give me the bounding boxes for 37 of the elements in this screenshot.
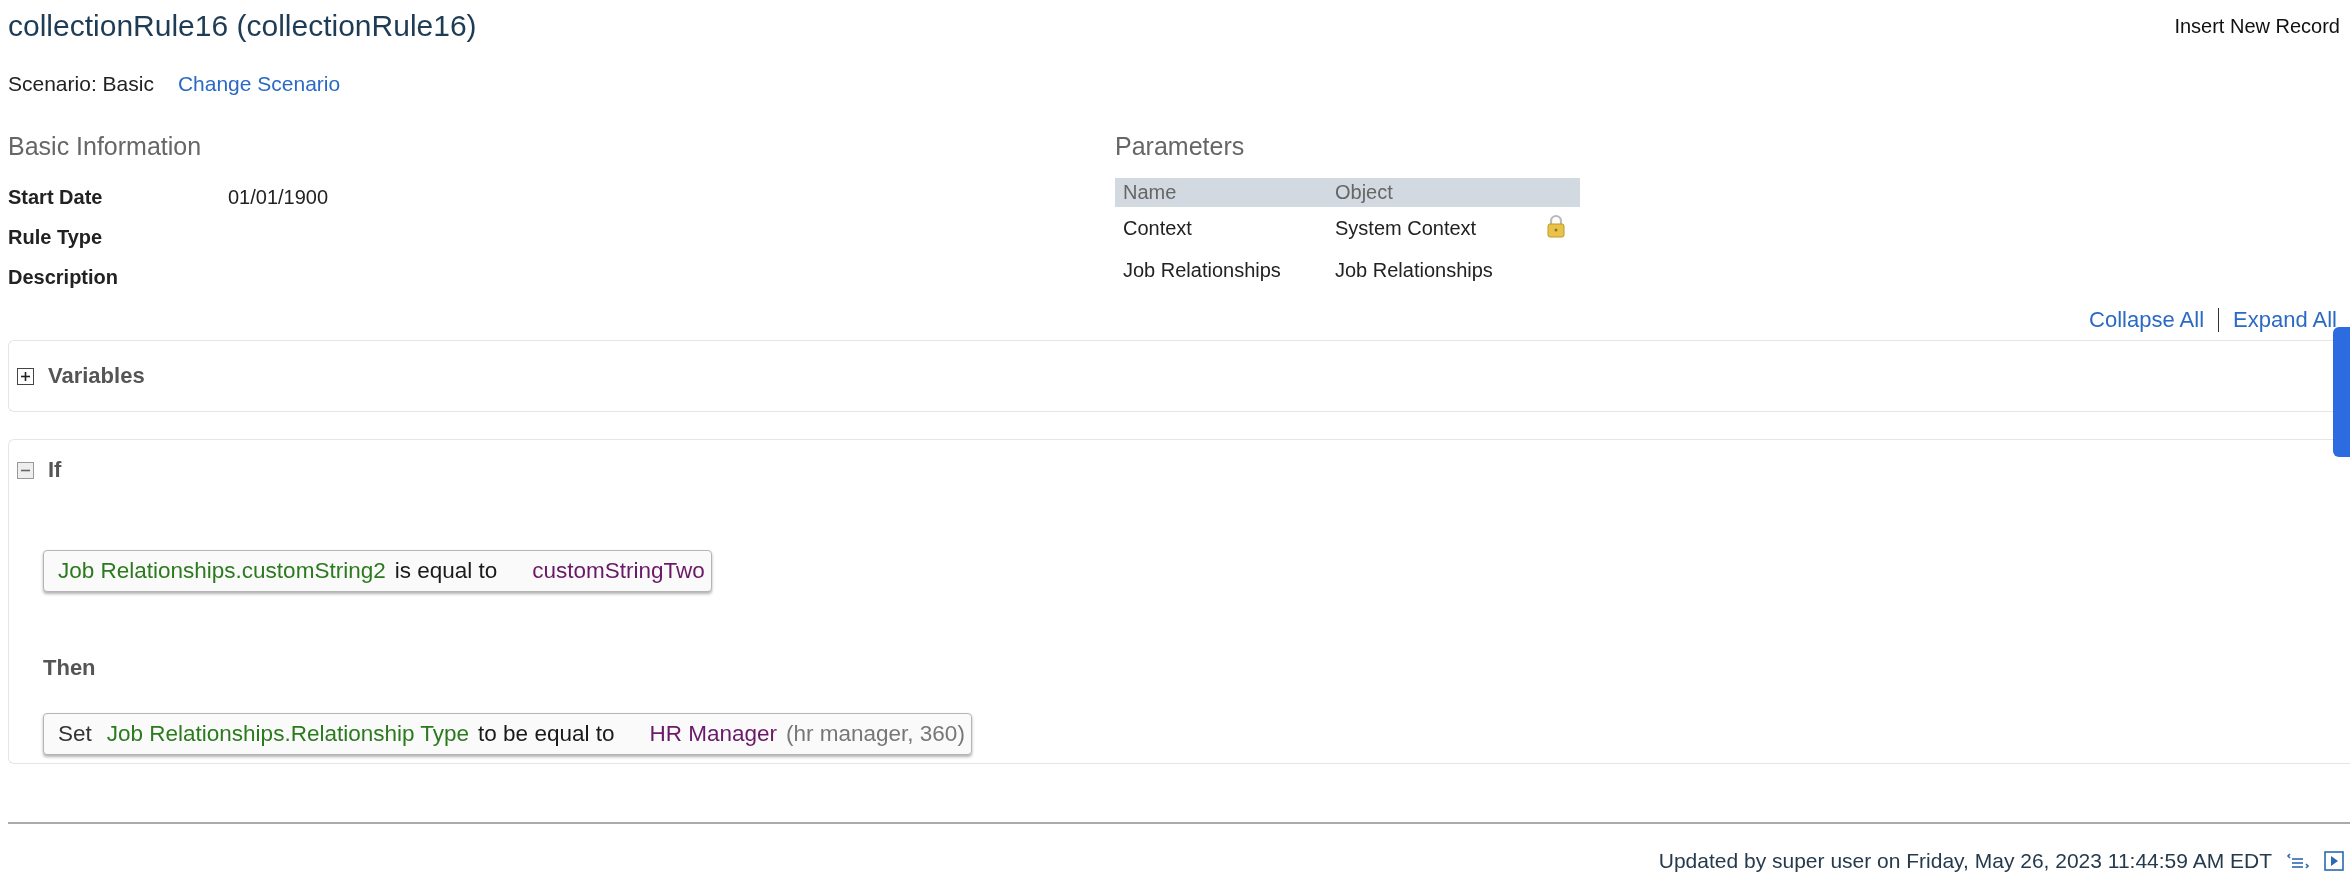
section-heading: Parameters	[1115, 131, 1246, 162]
operator-text: is equal to	[394, 558, 498, 584]
action-expression[interactable]: Set Job Relationships.Relationship Type to be equal to HR Manager (hr manager, 360)	[43, 713, 972, 755]
keyword-text: Set	[58, 721, 92, 747]
field-label: Rule Type	[8, 225, 104, 249]
insert-record-link[interactable]: Insert New Record	[2174, 14, 2340, 38]
table-cell-text: Job Relationships	[1122, 257, 1282, 283]
table-cell: System Context	[1327, 207, 1539, 249]
change-scenario-link[interactable]: Change Scenario	[177, 72, 341, 96]
field-label: Description	[8, 265, 120, 289]
table-cell: Context	[1115, 207, 1327, 249]
field-reference: Job Relationships.customString2	[58, 558, 386, 584]
value-text: customStringTwo	[532, 558, 705, 584]
expand-all-link[interactable]: Expand All	[2233, 307, 2337, 333]
then-label: Then	[43, 654, 97, 682]
operator-text: to be equal to	[478, 721, 615, 747]
table-cell-text: Job Relationships	[1334, 257, 1494, 283]
section-heading: Basic Information	[8, 131, 203, 162]
column-header: Name	[1115, 178, 1327, 207]
field-value: 01/01/1900	[228, 185, 330, 209]
field-reference: Job Relationships.Relationship Type	[106, 721, 470, 747]
section-title: If	[48, 457, 62, 483]
page-title: collectionRule16 (collectionRule16)	[8, 9, 477, 43]
play-icon[interactable]	[2324, 851, 2344, 871]
last-updated-text: Updated by super user on Friday, May 26, 2023 11:44:59 AM EDT	[1658, 849, 2272, 873]
column-header: Object	[1327, 178, 1539, 207]
list-icon[interactable]	[2286, 851, 2310, 871]
scenario-label: Scenario: Basic	[8, 72, 154, 96]
section-title: Variables	[48, 363, 145, 389]
collapse-icon[interactable]	[17, 461, 34, 479]
condition-expression[interactable]: Job Relationships.customString2 is equal to customStringTwo	[43, 550, 712, 592]
value-note: (hr manager, 360)	[786, 721, 965, 747]
value-text: HR Manager	[649, 721, 778, 747]
collapse-all-link[interactable]: Collapse All	[2089, 307, 2205, 333]
field-label: Start Date	[8, 185, 104, 209]
expand-icon[interactable]	[17, 367, 34, 385]
side-panel-handle[interactable]	[2333, 327, 2350, 457]
